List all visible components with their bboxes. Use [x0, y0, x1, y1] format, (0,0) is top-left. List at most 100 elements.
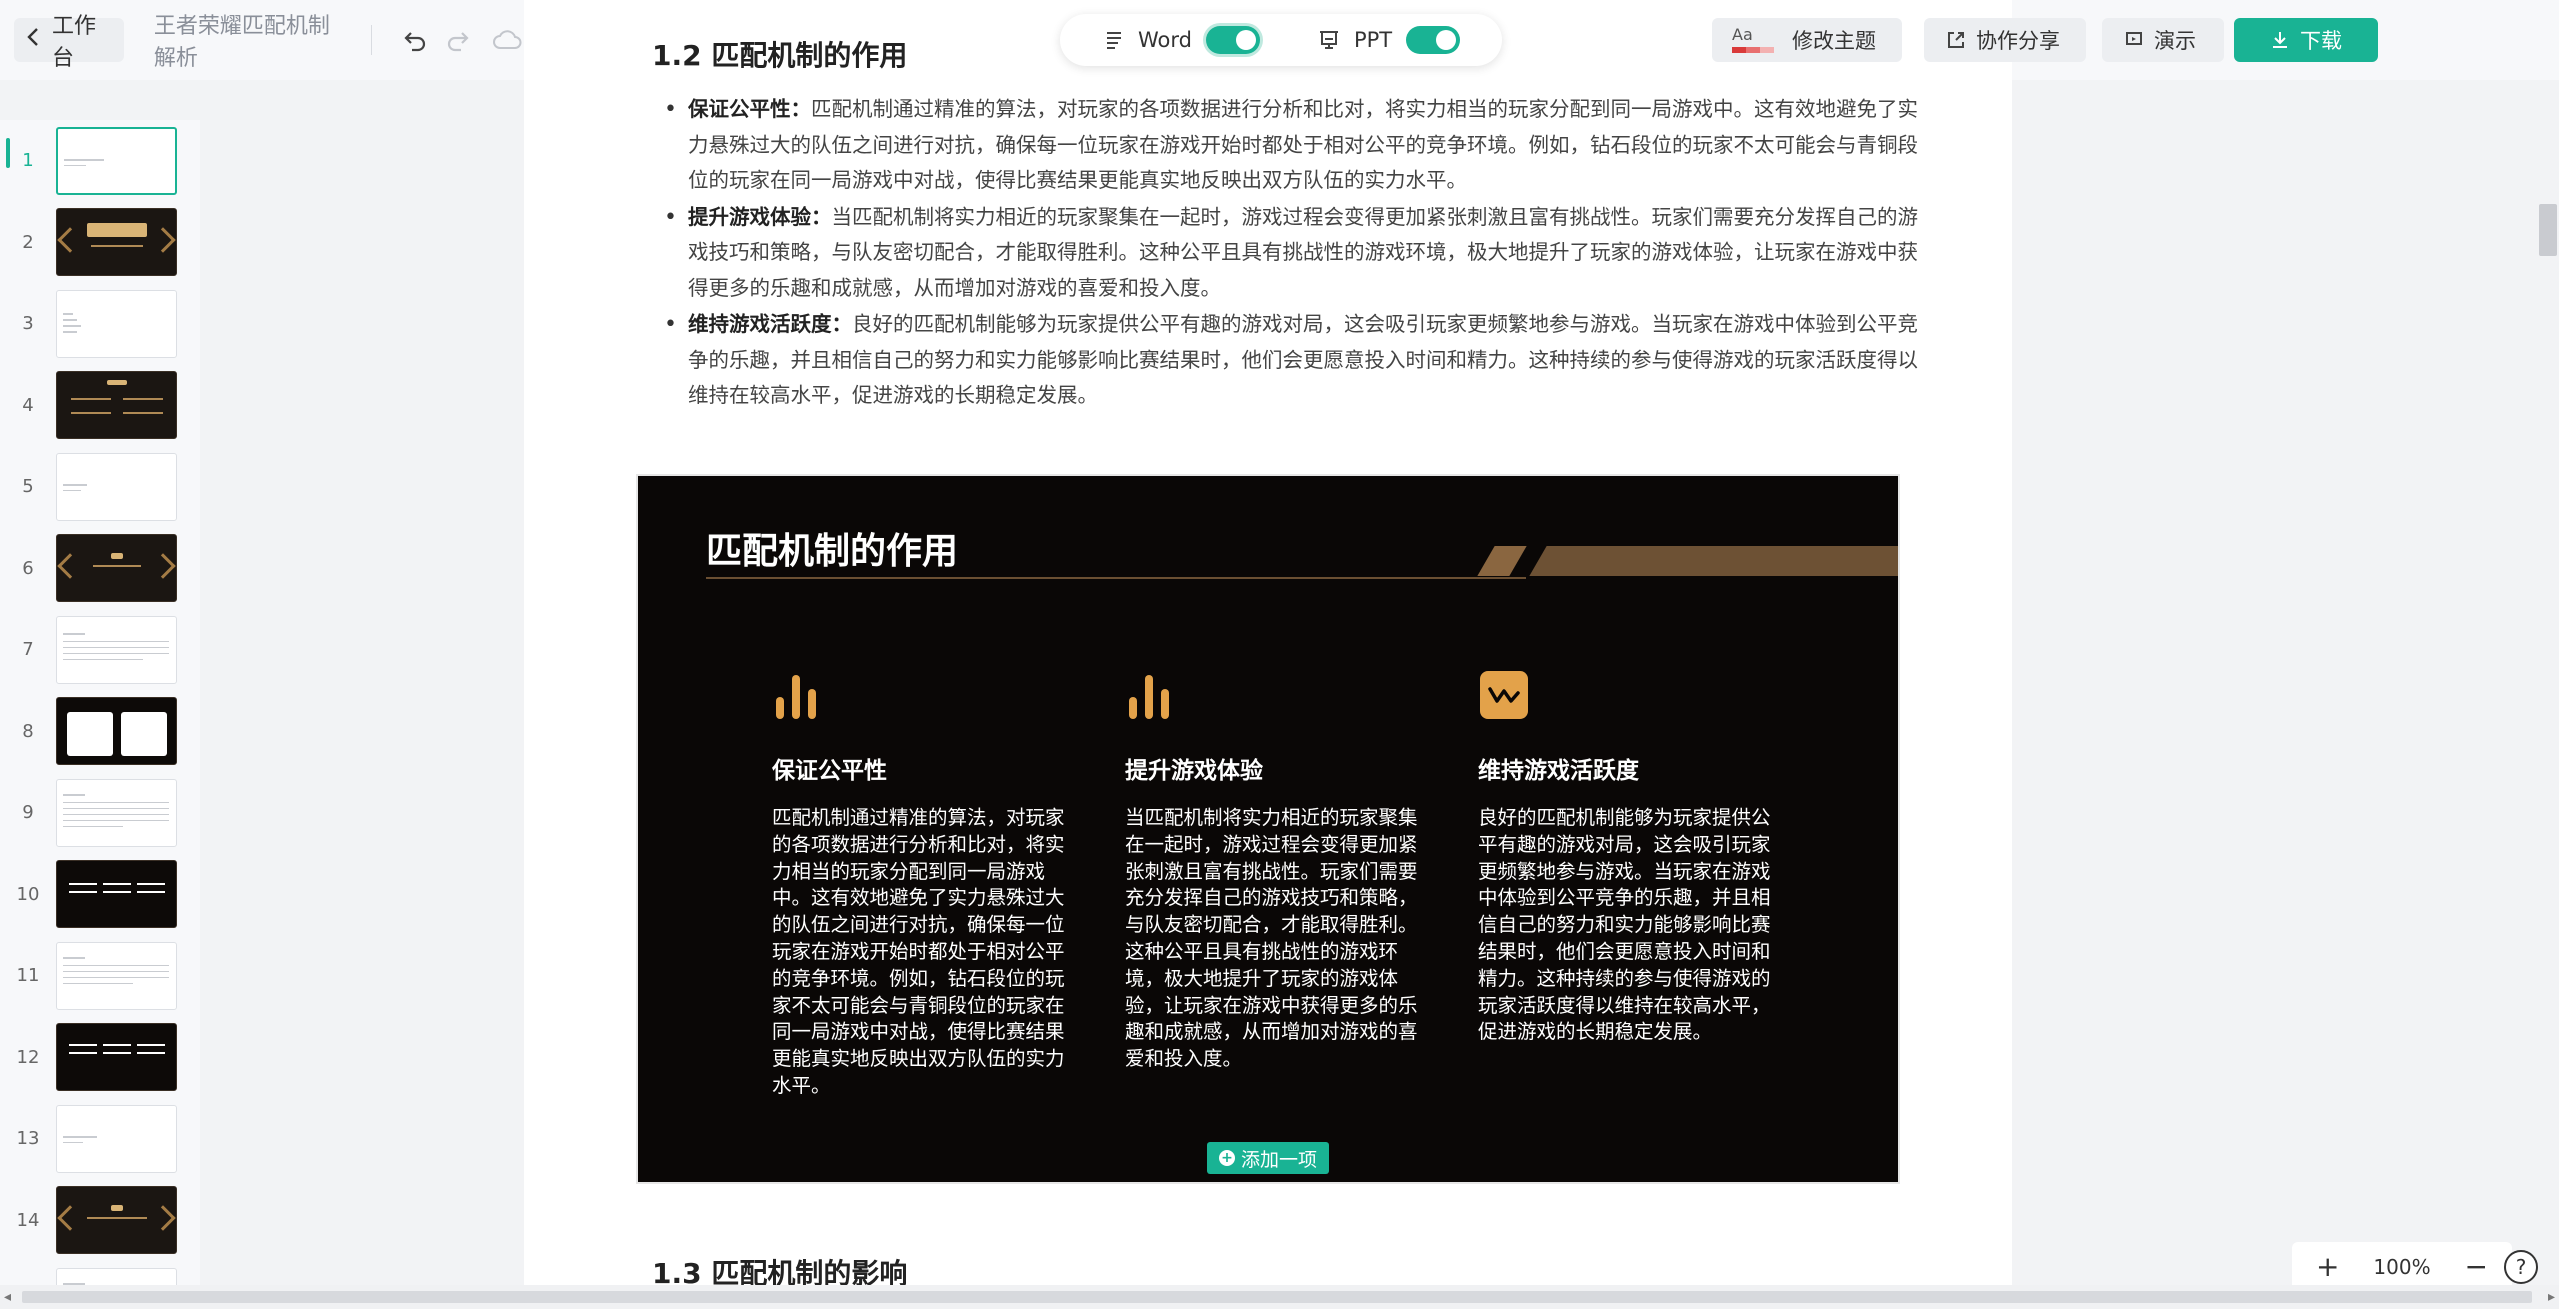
slide-thumbnail[interactable] — [56, 860, 177, 929]
slide-decor-stripe — [1477, 546, 1527, 576]
thumbnail-row[interactable]: 5 — [0, 446, 200, 528]
slide-thumbnail[interactable] — [56, 1023, 177, 1092]
switch-knob — [1235, 30, 1256, 50]
slide-column-body: 良好的匹配机制能够为玩家提供公平有趣的游戏对局，这会吸引玩家更频繁地参与游戏。当… — [1478, 806, 1771, 1044]
thumbnail-number: 11 — [16, 965, 40, 987]
bullet-list: 保证公平性：匹配机制通过精准的算法，对玩家的各项数据进行分析和比对，将实力相当的… — [664, 92, 1928, 415]
cloud-icon — [492, 30, 522, 49]
present-button[interactable]: 演示 — [2102, 18, 2224, 62]
bullet-title: 维持游戏活跃度： — [688, 312, 852, 336]
undo-button[interactable] — [398, 20, 433, 60]
change-theme-button[interactable]: Aa 修改主题 — [1712, 18, 1902, 62]
active-indicator — [6, 138, 10, 168]
slide-thumbnail[interactable] — [56, 615, 177, 684]
list-item[interactable]: 保证公平性：匹配机制通过精准的算法，对玩家的各项数据进行分析和比对，将实力相当的… — [664, 92, 1928, 199]
share-button[interactable]: 协作分享 — [1924, 18, 2086, 62]
present-label: 演示 — [2154, 29, 2196, 53]
bar-chart-icon — [776, 675, 816, 719]
vertical-scrollbar[interactable] — [2539, 204, 2557, 256]
zoom-level: 100% — [2373, 1255, 2431, 1279]
slide-column-heading: 保证公平性 — [772, 758, 887, 784]
thumbnail-number: 8 — [22, 720, 34, 742]
horizontal-scroll-thumb[interactable] — [22, 1291, 2532, 1303]
thumbnail-row[interactable]: 11 — [0, 935, 200, 1017]
word-switch[interactable] — [1205, 26, 1260, 54]
slide-thumbnail[interactable] — [56, 1104, 177, 1173]
slide-thumbnail[interactable] — [56, 534, 177, 603]
scroll-right-arrow-icon[interactable]: ▸ — [2548, 1289, 2555, 1305]
ppt-toggle-group: PPT — [1318, 26, 1461, 54]
thumbnail-row[interactable]: 7 — [0, 609, 200, 691]
thumbnail-row[interactable]: 2 — [0, 202, 200, 284]
slide-column-activity[interactable]: 维持游戏活跃度 良好的匹配机制能够为玩家提供公平有趣的游戏对局，这会吸引玩家更频… — [1478, 671, 1773, 1046]
thumbnail-number: 12 — [16, 1046, 40, 1068]
section-heading-1-2[interactable]: 1.2 匹配机制的作用 — [652, 34, 907, 74]
list-item[interactable]: 提升游戏体验：当匹配机制将实力相近的玩家聚集在一起时，游戏过程会变得更加紧张刺激… — [664, 200, 1928, 307]
plus-circle-icon: + — [1219, 1150, 1235, 1166]
thumbnail-number: 13 — [16, 1128, 40, 1150]
slide-thumbnail-list: 1 2 3 4 5 6 7 8 9 10 11 12 13 14 — [0, 120, 200, 1285]
slide-thumbnail[interactable] — [56, 941, 177, 1010]
present-icon — [2126, 32, 2142, 45]
thumbnail-row[interactable]: 9 — [0, 772, 200, 854]
slide-thumbnail[interactable] — [56, 289, 177, 358]
help-button[interactable]: ? — [2504, 1250, 2538, 1284]
scroll-left-arrow-icon[interactable]: ◂ — [4, 1289, 11, 1305]
thumbnail-row[interactable]: 6 — [0, 528, 200, 610]
slide-thumbnail[interactable] — [56, 697, 177, 766]
slide-title[interactable]: 匹配机制的作用 — [706, 522, 958, 574]
slide-column-experience[interactable]: 提升游戏体验 当匹配机制将实力相近的玩家聚集在一起时，游戏过程会变得更加紧张刺激… — [1125, 671, 1420, 1073]
share-icon — [1948, 32, 1964, 48]
slide-column-body: 匹配机制通过精准的算法，对玩家的各项数据进行分析和比对，将实力相当的玩家分配到同… — [772, 806, 1065, 1097]
zoom-in-button[interactable]: + — [2316, 1253, 2339, 1281]
thumbnail-row[interactable]: 3 — [0, 283, 200, 365]
switch-knob — [1436, 30, 1457, 50]
ppt-switch[interactable] — [1406, 26, 1461, 54]
add-item-button[interactable]: + 添加一项 — [1207, 1142, 1330, 1174]
slide-thumbnail[interactable] — [56, 371, 177, 440]
bullet-text: 匹配机制通过精准的算法，对玩家的各项数据进行分析和比对，将实力相当的玩家分配到同… — [688, 97, 1918, 192]
thumbnail-number: 5 — [22, 476, 34, 498]
slide-decor-band — [1529, 546, 1898, 576]
thumbnail-row[interactable]: 8 — [0, 691, 200, 773]
document-title[interactable]: 王者荣耀匹配机制解析 — [154, 8, 345, 72]
back-to-workbench-button[interactable]: 工作台 — [14, 14, 124, 71]
slide-thumbnail[interactable] — [56, 208, 177, 277]
redo-button[interactable] — [441, 20, 476, 60]
undo-icon — [404, 32, 426, 52]
thumbnail-row[interactable]: 14 — [0, 1180, 200, 1262]
theme-label: 修改主题 — [1792, 29, 1876, 53]
thumbnail-row[interactable]: 4 — [0, 365, 200, 447]
slide-thumbnail[interactable] — [56, 1186, 177, 1255]
wave-icon — [1480, 671, 1528, 719]
thumbnail-number: 6 — [22, 557, 34, 579]
horizontal-scrollbar[interactable]: ◂ ▸ — [0, 1285, 2559, 1309]
thumbnail-row[interactable]: 15 — [0, 1261, 200, 1285]
back-button-label: 工作台 — [52, 14, 97, 71]
thumbnail-number: 7 — [22, 639, 34, 661]
download-icon — [2273, 32, 2287, 48]
slide-thumbnail[interactable] — [56, 778, 177, 847]
toolbar-divider — [370, 25, 372, 55]
thumbnail-row[interactable]: 13 — [0, 1098, 200, 1180]
slide-thumbnail[interactable] — [56, 126, 177, 195]
theme-swatch-icon: Aa — [1732, 27, 1774, 53]
bullet-title: 提升游戏体验： — [688, 204, 832, 229]
slide-column-fairness[interactable]: 保证公平性 匹配机制通过精准的算法，对玩家的各项数据进行分析和比对，将实力相当的… — [772, 671, 1067, 1100]
thumbnail-row[interactable]: 1 — [0, 120, 200, 202]
download-button[interactable]: 下载 — [2234, 18, 2378, 62]
thumbnail-number: 9 — [22, 802, 34, 824]
slide-preview[interactable]: 匹配机制的作用 保证公平性 匹配机制通过精准的算法，对玩家的各项数据进行分析和比… — [636, 474, 1900, 1184]
list-item[interactable]: 维持游戏活跃度：良好的匹配机制能够为玩家提供公平有趣的游戏对局，这会吸引玩家更频… — [664, 307, 1928, 414]
cloud-save-status[interactable] — [489, 20, 524, 60]
thumbnail-row[interactable]: 10 — [0, 854, 200, 936]
section-heading-1-3[interactable]: 1.3 匹配机制的影响 — [652, 1252, 907, 1285]
zoom-out-button[interactable]: − — [2465, 1253, 2488, 1281]
thumbnail-row[interactable]: 12 — [0, 1017, 200, 1099]
slide-thumbnail[interactable] — [56, 1267, 177, 1285]
slide-thumbnail[interactable] — [56, 452, 177, 521]
thumbnail-number: 14 — [16, 1209, 40, 1231]
slide-column-heading: 提升游戏体验 — [1125, 758, 1263, 784]
redo-icon — [447, 32, 469, 52]
thumbnail-number: 2 — [22, 231, 34, 253]
